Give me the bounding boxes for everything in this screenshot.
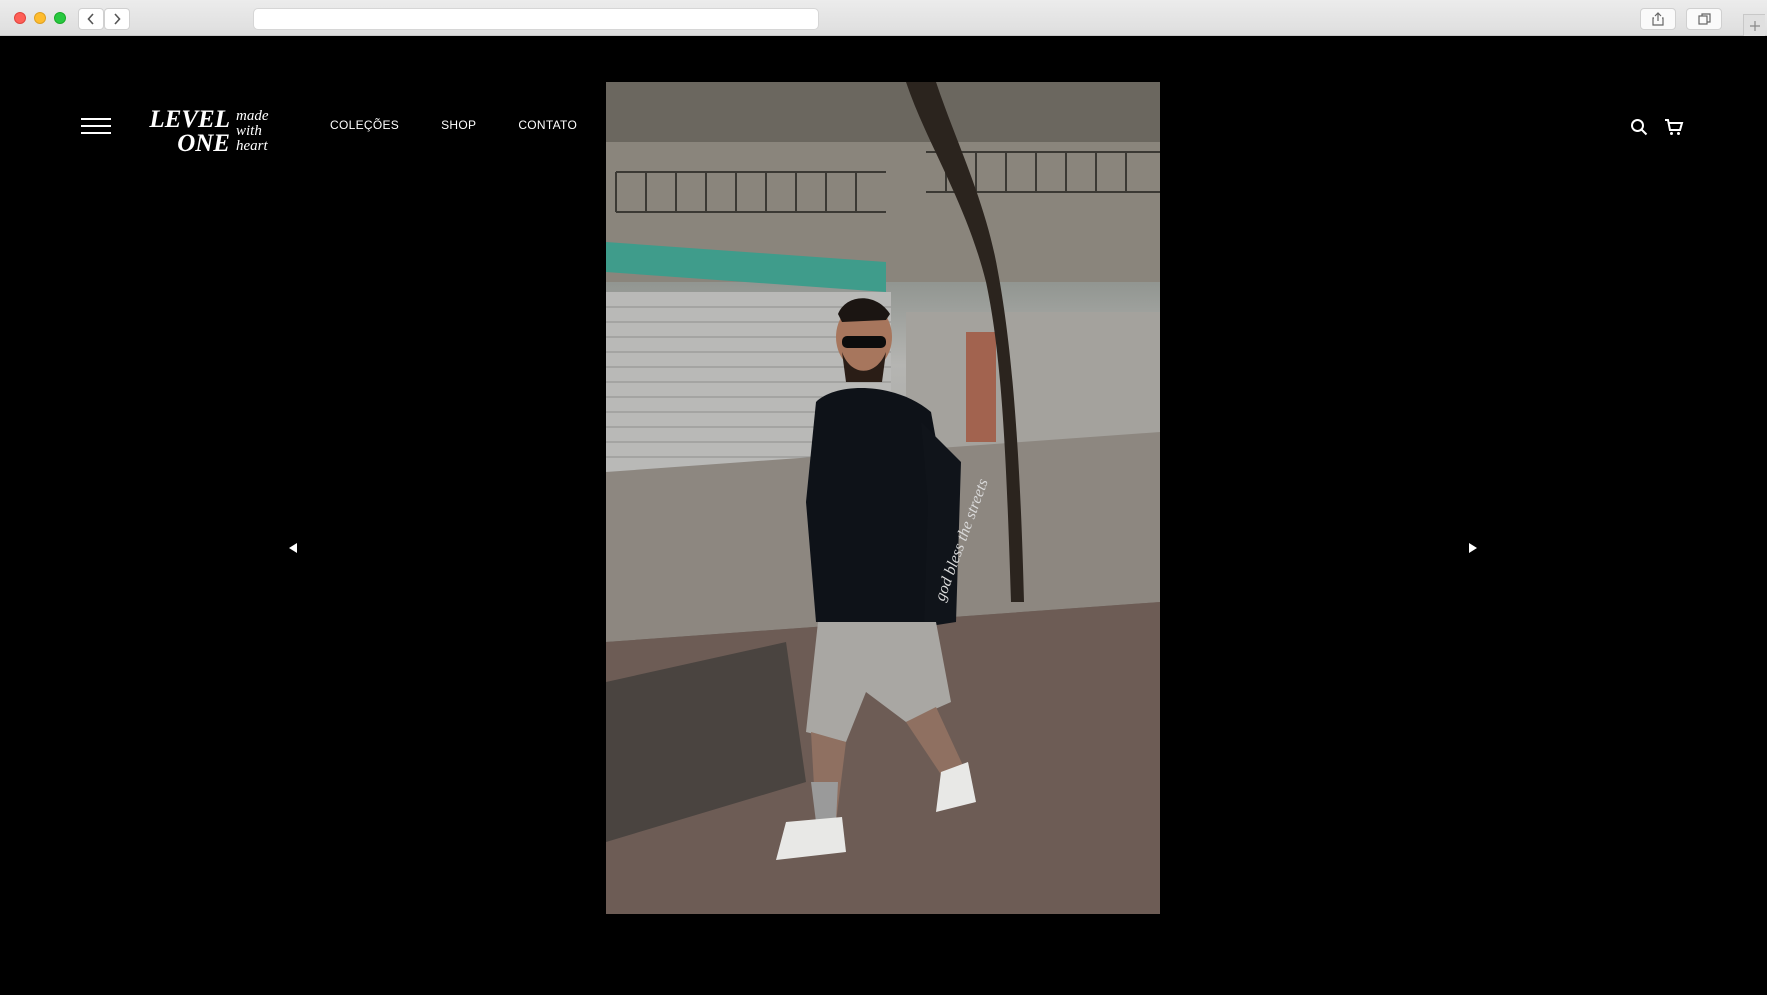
arrow-left-icon [289, 543, 297, 553]
slider-next-button[interactable] [1465, 540, 1481, 556]
nav-link-contato[interactable]: CONTATO [518, 118, 577, 132]
share-button[interactable] [1640, 8, 1676, 30]
cart-button[interactable] [1663, 116, 1685, 138]
main-nav: COLEÇÕES SHOP CONTATO [330, 118, 619, 132]
browser-forward-button[interactable] [104, 8, 130, 30]
logo-tagline-2: with [236, 123, 262, 139]
arrow-right-icon [1469, 543, 1477, 553]
window-minimize-button[interactable] [34, 12, 46, 24]
browser-toolbar [0, 0, 1767, 36]
window-maximize-button[interactable] [54, 12, 66, 24]
hamburger-menu-icon [81, 118, 111, 120]
hero-image: god bless the streets [606, 82, 1160, 914]
tabs-overview-icon [1697, 13, 1711, 25]
logo-tagline-1: made [236, 108, 269, 124]
hamburger-menu-button[interactable] [81, 118, 111, 136]
logo-line-2: ONE [177, 130, 230, 157]
search-icon [1631, 119, 1648, 136]
cart-icon [1665, 119, 1684, 135]
model-photo: god bless the streets [606, 82, 1160, 914]
search-button[interactable] [1628, 116, 1650, 138]
chevron-left-icon [87, 13, 94, 25]
nav-link-shop[interactable]: SHOP [441, 118, 476, 132]
share-icon [1652, 12, 1664, 26]
logo-tagline-3: heart [236, 138, 268, 154]
browser-back-button[interactable] [78, 8, 104, 30]
nav-link-colecoes[interactable]: COLEÇÕES [330, 118, 399, 132]
logo-line-1: LEVEL [149, 106, 230, 133]
new-tab-button[interactable] [1743, 14, 1765, 36]
chevron-right-icon [114, 13, 121, 25]
page: LEVEL ONE made with heart COLEÇÕES SHOP … [0, 36, 1767, 995]
site-logo[interactable]: LEVEL ONE made with heart [142, 106, 282, 157]
address-bar[interactable] [253, 8, 819, 30]
tabs-overview-button[interactable] [1686, 8, 1722, 30]
plus-icon [1749, 20, 1760, 31]
slider-prev-button[interactable] [285, 540, 301, 556]
window-close-button[interactable] [14, 12, 26, 24]
